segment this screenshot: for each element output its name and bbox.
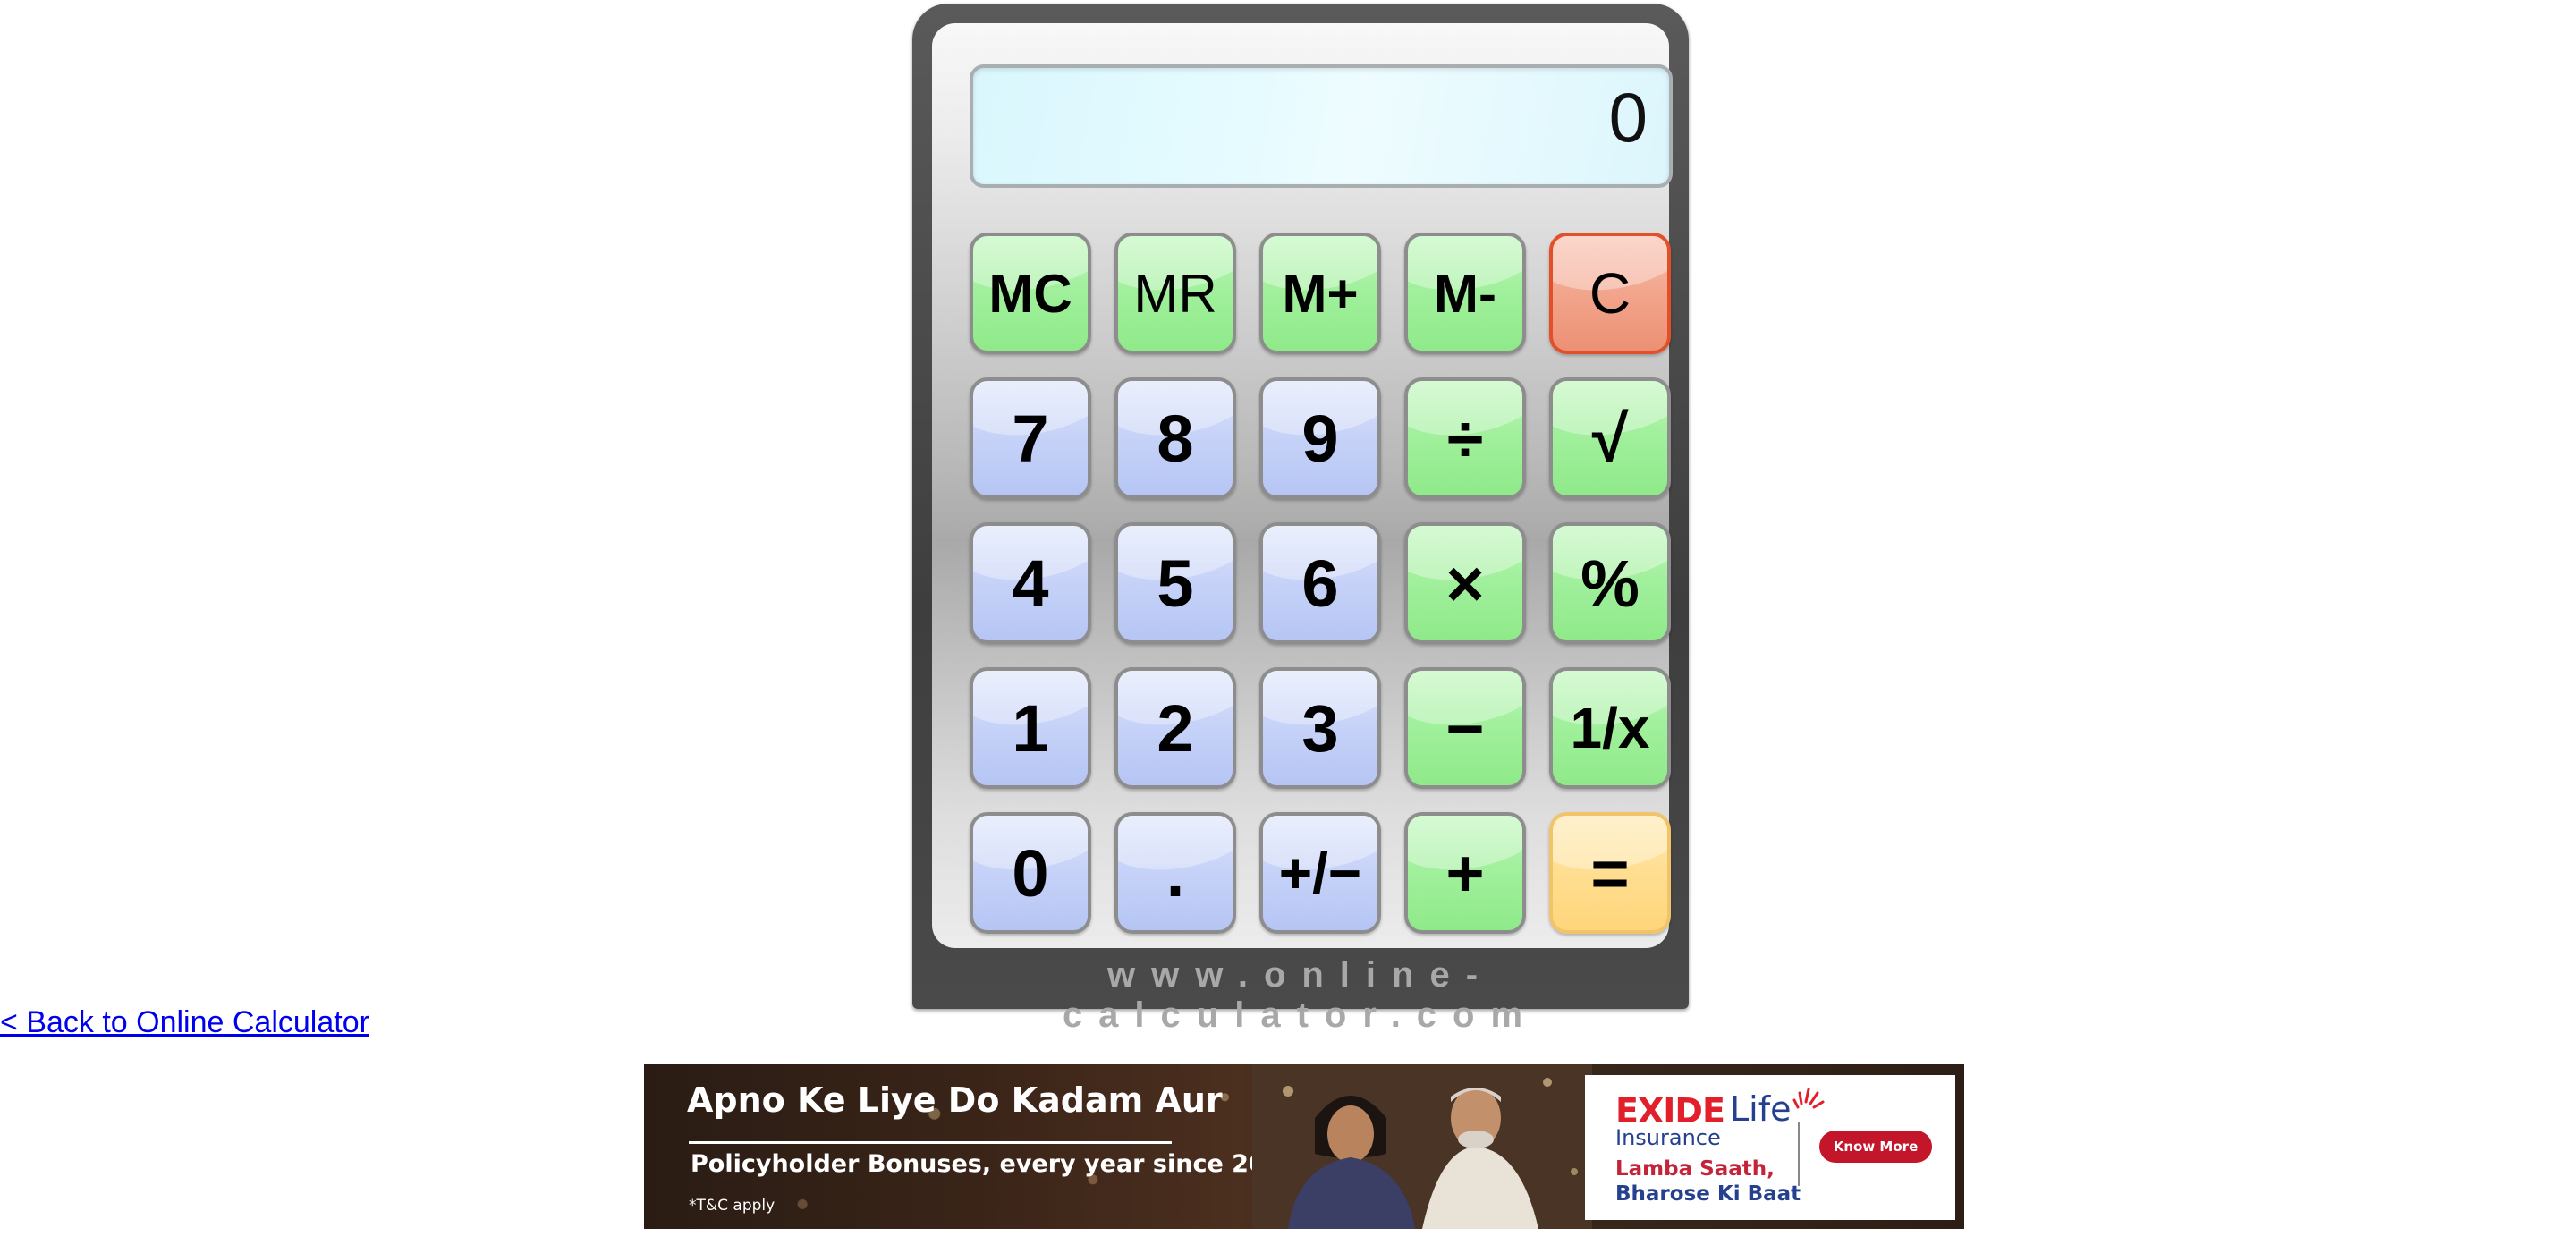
calculator-body: 0 MC MR M+ M- C 7 8 9 ÷ √ 4 5 6 × % 1 2 … [912, 4, 1689, 1035]
multiply-label: × [1445, 546, 1485, 621]
equals-button[interactable]: = [1549, 812, 1671, 934]
plus-minus-button[interactable]: +/− [1259, 812, 1381, 934]
digit-4-label: 4 [1012, 546, 1049, 621]
insurance-logo-text: Insurance [1615, 1125, 1721, 1150]
digit-9-label: 9 [1301, 401, 1339, 476]
display-value: 0 [1608, 78, 1648, 157]
digit-6-button[interactable]: 6 [1259, 522, 1381, 644]
subtract-button[interactable]: − [1404, 667, 1526, 789]
ad-divider-line [689, 1141, 1172, 1144]
digit-1-button[interactable]: 1 [970, 667, 1091, 789]
sun-rays-icon [1792, 1088, 1825, 1109]
digit-2-label: 2 [1157, 690, 1194, 766]
digit-3-label: 3 [1301, 690, 1339, 766]
memory-recall-button[interactable]: MR [1114, 233, 1236, 354]
square-root-label: √ [1591, 401, 1629, 476]
ad-tagline-line-1: Lamba Saath, [1615, 1157, 1775, 1181]
calculator-face: 0 MC MR M+ M- C 7 8 9 ÷ √ 4 5 6 × % 1 2 … [932, 23, 1673, 948]
ad-subline: Policyholder Bonuses, every year since 2… [691, 1150, 1300, 1178]
memory-subtract-label: M- [1434, 263, 1496, 324]
digit-0-label: 0 [1012, 835, 1049, 910]
decimal-point-button[interactable]: . [1114, 812, 1236, 934]
ad-card-divider [1798, 1122, 1800, 1186]
digit-4-button[interactable]: 4 [970, 522, 1091, 644]
digit-3-button[interactable]: 3 [1259, 667, 1381, 789]
divide-label: ÷ [1446, 401, 1484, 476]
memory-add-label: M+ [1282, 263, 1359, 324]
reciprocal-button[interactable]: 1/x [1549, 667, 1671, 789]
digit-5-label: 5 [1157, 546, 1194, 621]
digit-8-button[interactable]: 8 [1114, 377, 1236, 499]
square-root-button[interactable]: √ [1549, 377, 1671, 499]
ad-terms-note: *T&C apply [689, 1197, 775, 1215]
clear-button[interactable]: C [1549, 233, 1671, 354]
ad-banner[interactable]: Apno Ke Liye Do Kadam Aur Policyholder B… [644, 1064, 1964, 1229]
add-button[interactable]: + [1404, 812, 1526, 934]
digit-5-button[interactable]: 5 [1114, 522, 1236, 644]
digit-7-label: 7 [1012, 401, 1049, 476]
digit-1-label: 1 [1012, 690, 1049, 766]
reciprocal-label: 1/x [1570, 696, 1650, 760]
plus-minus-label: +/− [1278, 841, 1362, 905]
percent-label: % [1580, 546, 1640, 621]
divide-button[interactable]: ÷ [1404, 377, 1526, 499]
memory-add-button[interactable]: M+ [1259, 233, 1381, 354]
digit-2-button[interactable]: 2 [1114, 667, 1236, 789]
know-more-button[interactable]: Know More [1819, 1131, 1932, 1163]
memory-subtract-button[interactable]: M- [1404, 233, 1526, 354]
digit-6-label: 6 [1301, 546, 1339, 621]
digit-7-button[interactable]: 7 [970, 377, 1091, 499]
back-to-online-calculator-link[interactable]: < Back to Online Calculator [0, 1005, 369, 1040]
subtract-label: − [1445, 690, 1485, 766]
memory-clear-label: MC [988, 263, 1072, 324]
ad-headline: Apno Ke Liye Do Kadam Aur [687, 1080, 1223, 1120]
digit-8-label: 8 [1157, 401, 1194, 476]
ad-tagline-line-2: Bharose Ki Baat [1615, 1182, 1801, 1206]
site-url-watermark: www.online-calculator.com [1062, 955, 1539, 1035]
decimal-point-label: . [1165, 835, 1185, 910]
add-label: + [1445, 835, 1485, 910]
memory-recall-label: MR [1133, 263, 1217, 324]
multiply-button[interactable]: × [1404, 522, 1526, 644]
memory-clear-button[interactable]: MC [970, 233, 1091, 354]
digit-9-button[interactable]: 9 [1259, 377, 1381, 499]
ad-people-photo [1252, 1064, 1592, 1229]
percent-button[interactable]: % [1549, 522, 1671, 644]
calculator-display: 0 [970, 64, 1673, 188]
life-logo-text: Life [1730, 1089, 1792, 1129]
ad-brand-card: EXIDE Life Insurance Lamba Saath, Bharos… [1585, 1075, 1955, 1220]
equals-label: = [1590, 835, 1630, 910]
digit-0-button[interactable]: 0 [970, 812, 1091, 934]
clear-label: C [1589, 261, 1631, 326]
